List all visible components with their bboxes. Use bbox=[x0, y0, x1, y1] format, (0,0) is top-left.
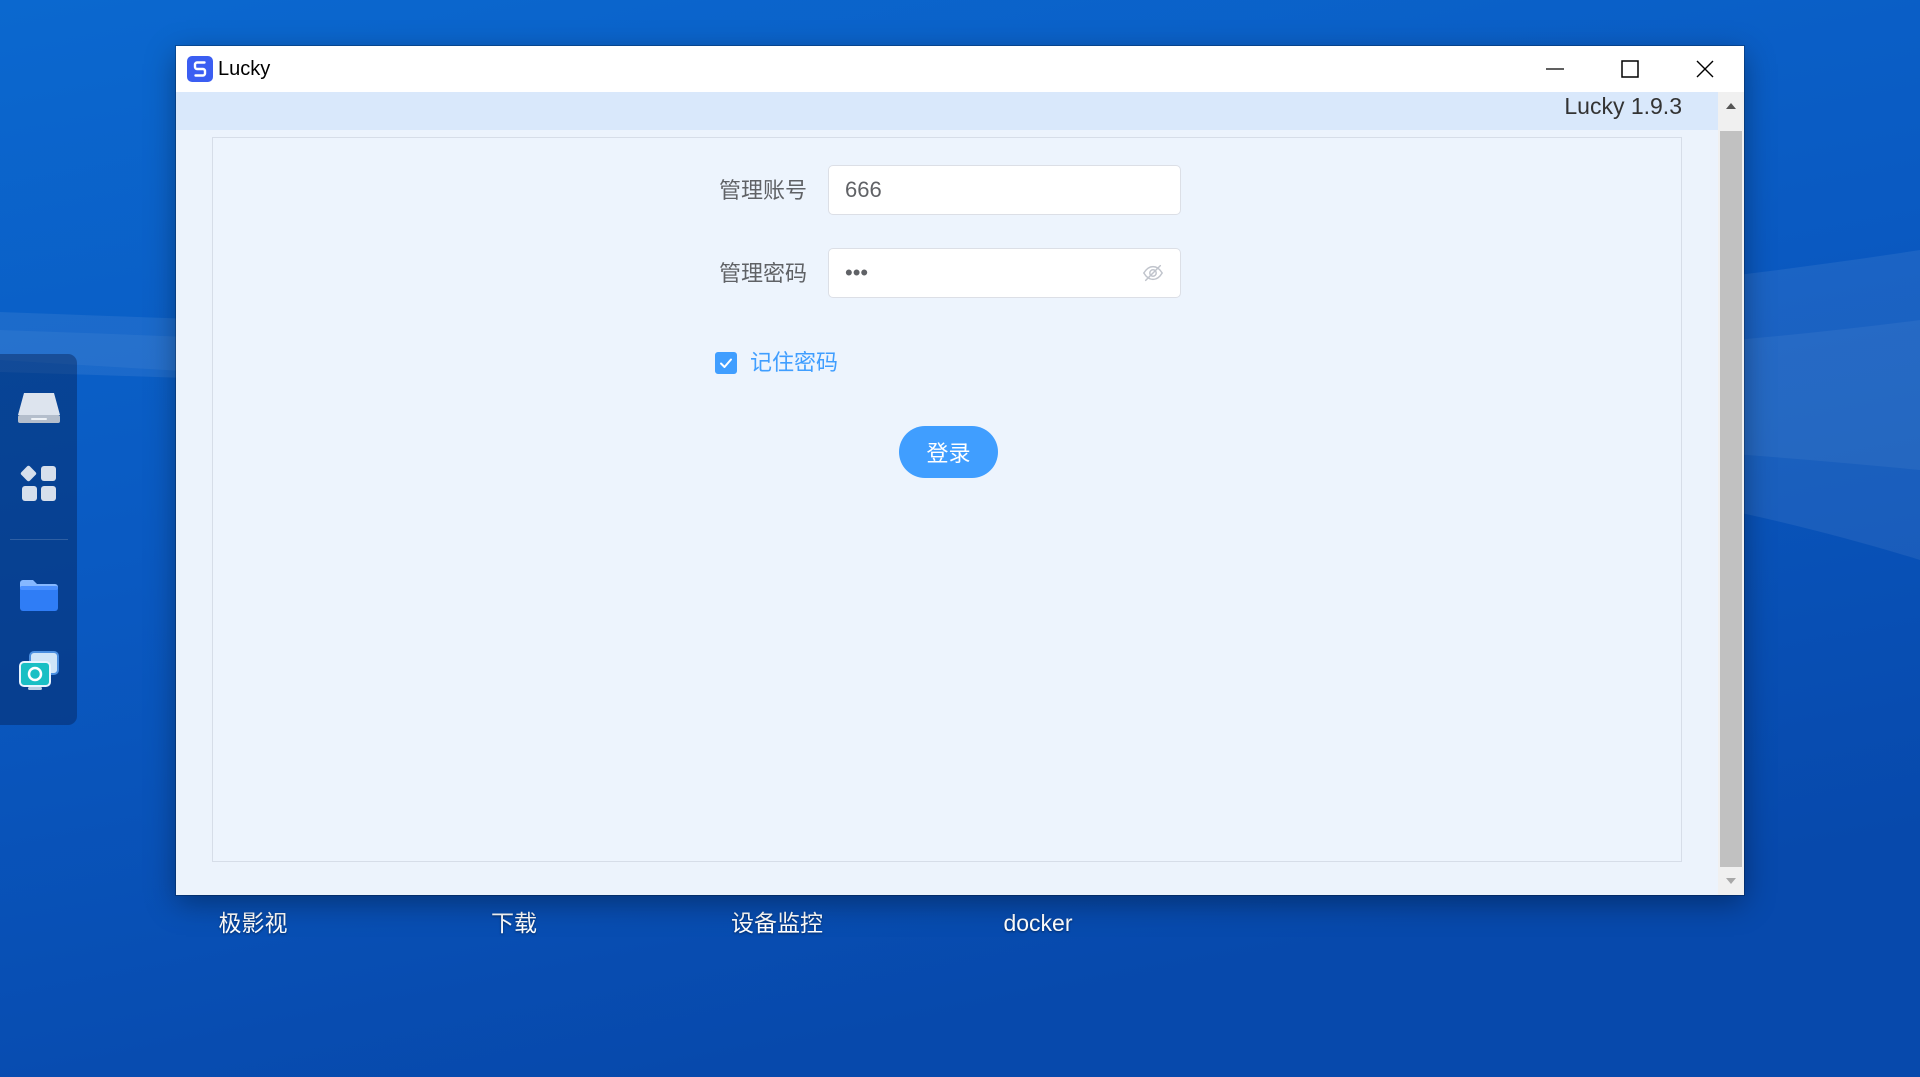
close-button[interactable] bbox=[1667, 46, 1742, 92]
vertical-scrollbar[interactable] bbox=[1718, 92, 1744, 895]
maximize-icon bbox=[1620, 60, 1639, 78]
title-bar[interactable]: Lucky bbox=[176, 46, 1744, 92]
close-icon bbox=[1696, 60, 1713, 78]
minimize-button[interactable] bbox=[1517, 46, 1592, 92]
maximize-button[interactable] bbox=[1592, 46, 1667, 92]
login-panel: 管理账号 管理密码 bbox=[212, 137, 1682, 862]
username-input[interactable] bbox=[828, 165, 1181, 215]
dock-item-apps[interactable] bbox=[0, 464, 77, 504]
scroll-down-arrow-icon bbox=[1726, 878, 1736, 884]
lucky-app-icon bbox=[187, 56, 213, 82]
dock bbox=[0, 354, 77, 725]
desktop-shortcut-device-monitor-label[interactable]: 设备监控 bbox=[677, 908, 877, 938]
login-page: Lucky 1.9.3 管理账号 管理密码 bbox=[176, 92, 1718, 895]
window-content: Lucky 1.9.3 管理账号 管理密码 bbox=[176, 92, 1744, 895]
username-label: 管理账号 bbox=[718, 178, 807, 203]
version-label: Lucky 1.9.3 bbox=[1564, 93, 1682, 119]
dock-divider bbox=[10, 539, 68, 540]
password-visibility-toggle[interactable] bbox=[1142, 262, 1164, 284]
dock-item-files[interactable] bbox=[0, 577, 77, 613]
desktop-shortcut-docker-label[interactable]: docker bbox=[938, 908, 1138, 938]
drive-icon[interactable] bbox=[17, 391, 61, 425]
remember-checkbox[interactable] bbox=[715, 352, 737, 374]
scrollbar-thumb[interactable] bbox=[1720, 131, 1742, 867]
scroll-down-button[interactable] bbox=[1718, 867, 1744, 895]
desktop-shortcut-download-label[interactable]: 下载 bbox=[414, 908, 614, 938]
password-input[interactable] bbox=[828, 248, 1181, 298]
username-field bbox=[828, 165, 1181, 215]
scroll-up-button[interactable] bbox=[1718, 92, 1744, 120]
scroll-up-arrow-icon bbox=[1726, 103, 1736, 109]
top-header: Lucky 1.9.3 bbox=[176, 92, 1718, 130]
password-field bbox=[828, 248, 1181, 298]
desktop: { "window": { "title": "Lucky", "app_ico… bbox=[0, 0, 1920, 1077]
apps-grid-icon[interactable] bbox=[19, 464, 59, 504]
desktop-shortcut-jiyingshi-label[interactable]: 极影视 bbox=[153, 908, 353, 938]
dock-item-storage[interactable] bbox=[0, 391, 77, 425]
chat-monitor-icon[interactable] bbox=[18, 650, 60, 692]
folder-icon[interactable] bbox=[18, 577, 60, 613]
dock-item-remote[interactable] bbox=[0, 650, 77, 692]
remember-password-label[interactable]: 记住密码 bbox=[750, 348, 838, 378]
window-title: Lucky bbox=[218, 58, 271, 80]
login-button[interactable]: 登录 bbox=[899, 426, 998, 478]
app-window: Lucky Lucky 1.9.3 管理账号 666 管理密码 记住密码 登录 bbox=[176, 46, 1744, 895]
password-label: 管理密码 bbox=[718, 261, 807, 286]
eye-off-icon[interactable] bbox=[1142, 262, 1164, 284]
minimize-icon bbox=[1545, 68, 1564, 70]
check-icon bbox=[720, 358, 732, 368]
